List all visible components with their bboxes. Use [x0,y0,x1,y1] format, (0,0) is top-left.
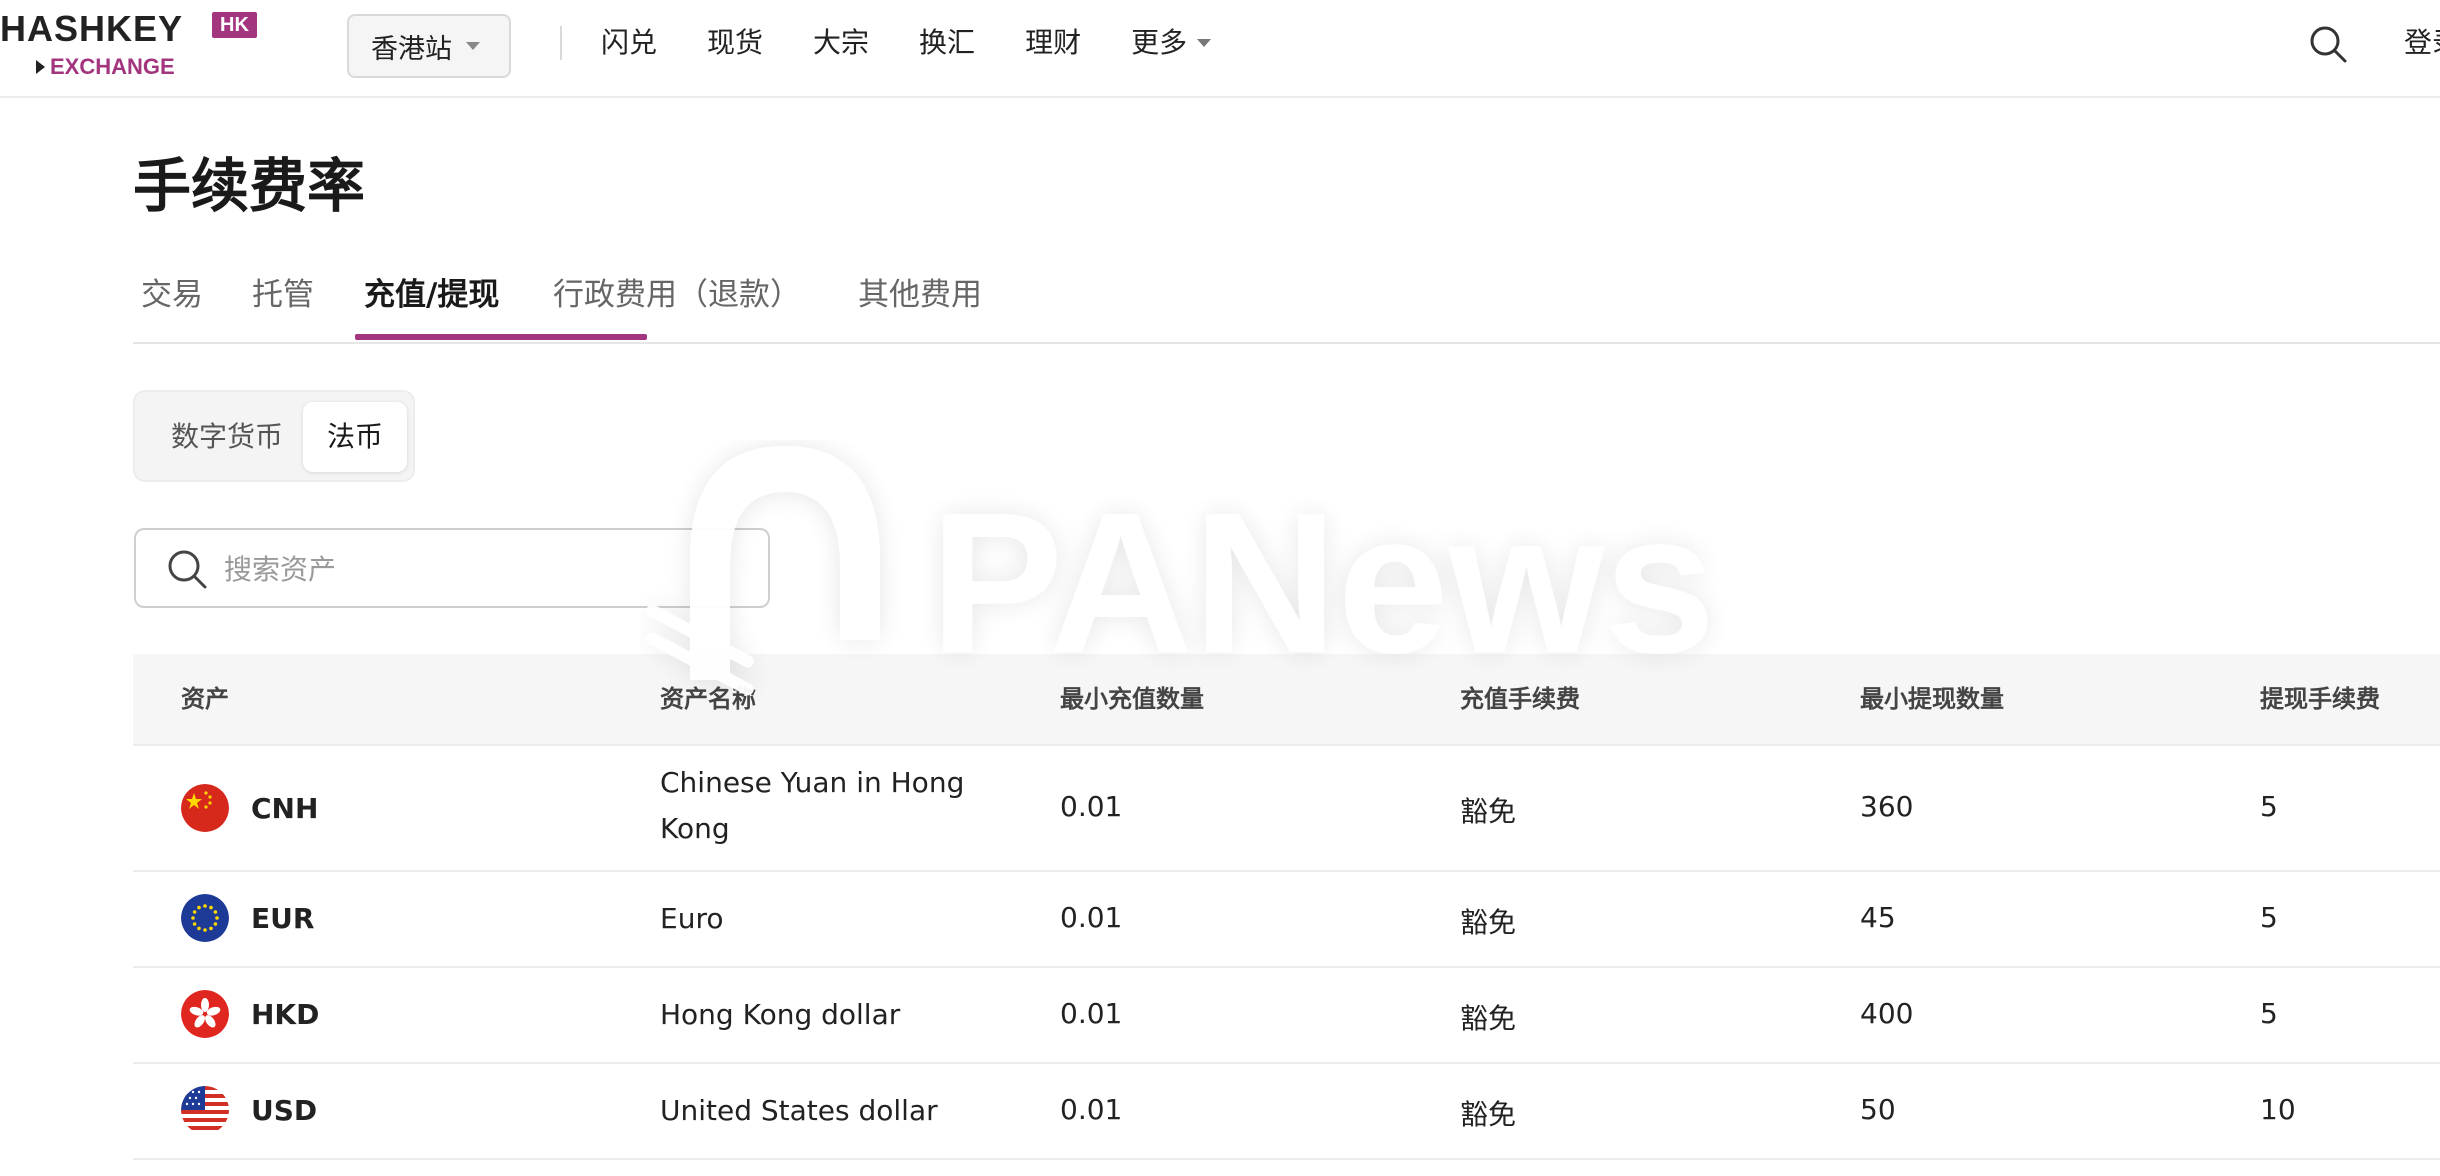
fee-tabs: 交易 托管 充值/提现 行政费用（退款） 其他费用 [133,262,2440,344]
min-deposit: 0.01 [1060,1093,1123,1126]
asset-name: Chinese Yuan in Hong Kong [660,766,965,845]
column-header-asset-name: 资产名称 [660,685,756,713]
top-navigation: HASHKEY HK EXCHANGE 香港站 闪兑 现货 大宗 换汇 理财 更… [0,0,2440,98]
min-deposit: 0.01 [1060,901,1123,934]
min-withdraw: 360 [1860,790,1914,823]
asset-cell: CNH [181,784,318,832]
logo-wordmark: HASHKEY [0,8,184,49]
withdraw-fee: 10 [2260,1093,2296,1126]
tab-custody[interactable]: 托管 [252,272,314,318]
chevron-down-icon [1197,39,1212,47]
search-icon [168,550,207,589]
min-withdraw: 45 [1860,901,1896,934]
cn-flag-icon [181,784,229,832]
station-selector[interactable]: 香港站 [347,14,511,78]
nav-item-more[interactable]: 更多 [1131,22,1212,64]
nav-item-swap[interactable]: 闪兑 [601,22,657,64]
asset-cell: EUR [181,894,314,942]
withdraw-fee: 5 [2260,997,2278,1030]
hashkey-exchange-logo[interactable]: HASHKEY HK EXCHANGE [0,8,270,80]
deposit-fee: 豁免 [1460,906,1517,939]
search-icon[interactable] [2308,24,2348,64]
nav-item-block-trade[interactable]: 大宗 [813,22,869,64]
column-header-deposit-fee: 充值手续费 [1460,685,1580,713]
asset-code: CNH [251,791,319,825]
search-input[interactable] [222,540,746,598]
tab-admin-fees[interactable]: 行政费用（退款） [553,272,801,318]
asset-cell: HKD [181,990,319,1038]
asset-name: United States dollar [660,1094,938,1127]
deposit-fee: 豁免 [1460,1002,1517,1035]
table-row: CNH Chinese Yuan in Hong Kong 0.01 豁免 36… [133,746,2440,872]
logo-subtitle: EXCHANGE [50,54,175,79]
asset-name: Euro [660,902,724,935]
column-header-withdraw-fee: 提现手续费 [2260,685,2380,713]
deposit-fee: 豁免 [1460,795,1517,828]
fiat-fee-table: 资产 资产名称 最小充值数量 充值手续费 最小提现数量 提现手续费 CNH Ch… [133,654,2440,1160]
nav-label: 现货 [707,26,764,59]
table-row: USD United States dollar 0.01 豁免 50 10 [133,1064,2440,1160]
tab-other-fees[interactable]: 其他费用 [858,272,982,318]
asset-code: HKD [251,997,320,1031]
nav-divider [560,26,562,60]
nav-item-spot[interactable]: 现货 [707,22,763,64]
tab-deposit-withdraw[interactable]: 充值/提现 [364,272,499,318]
active-tab-indicator [355,334,647,340]
nav-item-earn[interactable]: 理财 [1025,22,1081,64]
eu-flag-icon [181,894,229,942]
nav-label: 更多 [1131,26,1188,59]
nav-item-fx[interactable]: 换汇 [919,22,975,64]
logo-hk-badge: HK [212,12,257,38]
asset-code: USD [251,1093,318,1127]
segment-digital-currency[interactable]: 数字货币 [147,402,307,472]
table-row: EUR Euro 0.01 豁免 45 5 [133,872,2440,968]
asset-search [134,528,770,608]
page-title: 手续费率 [133,152,366,220]
withdraw-fee: 5 [2260,901,2278,934]
nav-label: 理财 [1025,26,1082,59]
withdraw-fee: 5 [2260,790,2278,823]
min-withdraw: 400 [1860,997,1914,1030]
column-header-asset: 资产 [181,685,229,713]
nav-label: 闪兑 [601,26,658,59]
min-deposit: 0.01 [1060,997,1123,1030]
login-link[interactable]: 登录 [2404,22,2440,64]
column-header-min-withdraw: 最小提现数量 [1860,685,2004,713]
min-withdraw: 50 [1860,1093,1896,1126]
deposit-fee: 豁免 [1460,1098,1517,1131]
nav-label: 大宗 [813,26,870,59]
currency-type-toggle: 数字货币 法币 [133,390,415,482]
asset-code: EUR [251,901,315,935]
main-nav: 闪兑 现货 大宗 换汇 理财 更多 [601,22,1261,64]
station-label: 香港站 [371,33,452,65]
tab-trading[interactable]: 交易 [141,272,203,318]
column-header-min-deposit: 最小充值数量 [1060,685,1204,713]
table-header: 资产 资产名称 最小充值数量 充值手续费 最小提现数量 提现手续费 [133,654,2440,746]
asset-name: Hong Kong dollar [660,998,901,1031]
asset-cell: USD [181,1086,317,1134]
hk-flag-icon [181,990,229,1038]
nav-label: 换汇 [919,26,976,59]
chevron-down-icon [466,42,480,50]
logo-arrow-icon [36,60,45,74]
us-flag-icon [181,1086,229,1134]
segment-fiat[interactable]: 法币 [303,402,407,472]
table-row: HKD Hong Kong dollar 0.01 豁免 400 5 [133,968,2440,1064]
min-deposit: 0.01 [1060,790,1123,823]
